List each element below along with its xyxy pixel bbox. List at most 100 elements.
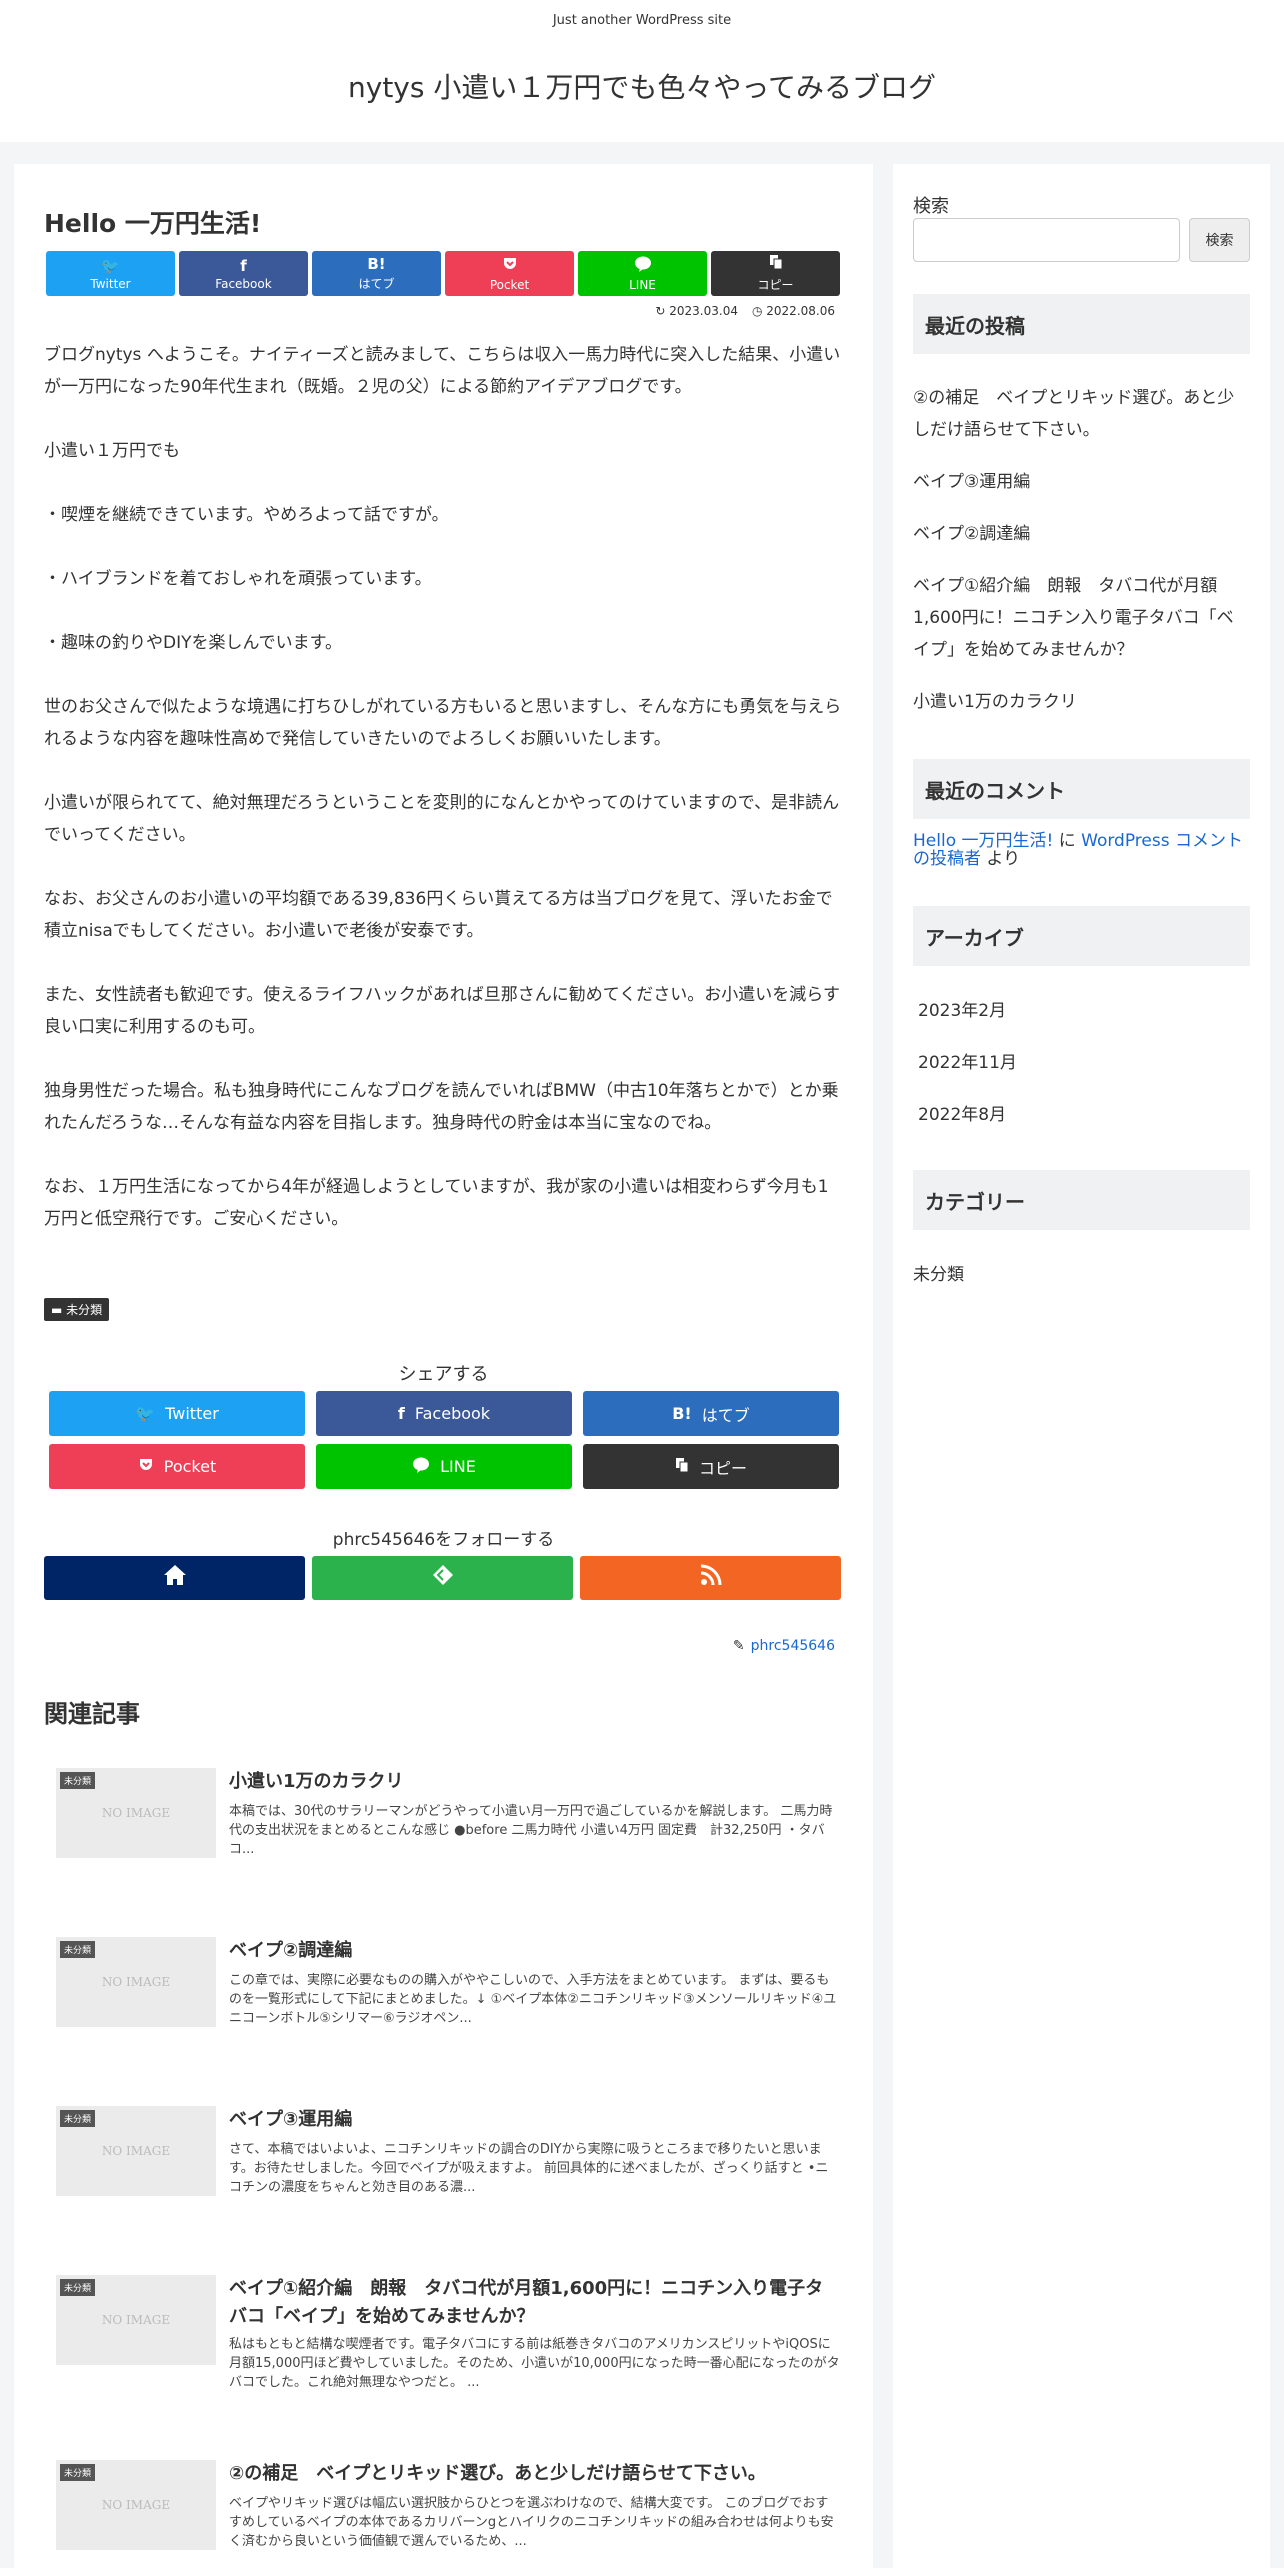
hatebu-icon: B!: [367, 255, 386, 273]
share-hatebu-label: はてブ: [358, 277, 395, 291]
author-name[interactable]: phrc545646: [751, 1638, 835, 1654]
line-icon: [412, 1457, 430, 1477]
related-category: 未分類: [60, 2110, 96, 2127]
entry-body: ブログnytys へようこそ。ナイティーズと読みまして、こちらは収入一馬力時代に…: [44, 339, 844, 1267]
related-thumbnail[interactable]: 未分類 NO IMAGE: [56, 1768, 216, 1858]
related-category: 未分類: [60, 1941, 96, 1958]
related-item[interactable]: 未分類 NO IMAGE ベイプ③運用編 さて、本稿ではいよいよ、ニコチンリキッ…: [56, 2106, 846, 2202]
entry-paragraph: 小遣い１万円でも: [44, 441, 180, 461]
related-thumbnail[interactable]: 未分類 NO IMAGE: [56, 2106, 216, 2196]
related-item-snippet: 私はもともと結構な喫煙者です。電子タバコにする前は紙巻きタバコのアメリカンスピリ…: [229, 2337, 840, 2390]
rss-icon: [700, 1564, 722, 1592]
pocket-icon: [502, 256, 518, 276]
related-item-title[interactable]: ベイプ③運用編: [229, 2106, 841, 2134]
related-item-title[interactable]: ②の補足 ベイプとリキッド選び。あと少しだけ語らせて下さい。: [229, 2460, 841, 2488]
copy-icon: [675, 1457, 689, 1477]
recent-post-link[interactable]: ベイプ①紹介編 朗報 タバコ代が月額1,600円に！ニコチン入り電子タバコ「ベイ…: [913, 570, 1250, 666]
archive-link[interactable]: 2022年8月: [918, 1100, 1255, 1125]
related-category: 未分類: [60, 2464, 96, 2481]
recent-post-link[interactable]: ベイプ②調達編: [913, 518, 1250, 550]
feedly-icon: [431, 1564, 455, 1592]
recent-post-link[interactable]: 小遣い1万のカラクリ: [913, 686, 1250, 718]
follow-home-button[interactable]: [44, 1556, 305, 1600]
related-item[interactable]: 未分類 NO IMAGE ②の補足 ベイプとリキッド選び。あと少しだけ語らせて下…: [56, 2460, 846, 2556]
entry-paragraph: ・ハイブランドを着ておしゃれを頑張っています。: [44, 569, 432, 589]
recent-post-link[interactable]: ②の補足 ベイプとリキッド選び。あと少しだけ語らせて下さい。: [913, 382, 1250, 446]
share-facebook-button-bottom[interactable]: f Facebook: [316, 1391, 572, 1436]
post-dates: ↻ 2023.03.04 ◷ 2022.08.06: [655, 304, 835, 318]
recent-post-link[interactable]: ベイプ③運用編: [913, 466, 1250, 498]
no-image-text: NO IMAGE: [101, 1975, 171, 1989]
no-image-text: NO IMAGE: [101, 2144, 171, 2158]
share-twitter-button-bottom[interactable]: 🐦 Twitter: [49, 1391, 305, 1436]
related-item-snippet: 本稿では、30代のサラリーマンがどうやって小遣い月一万円で過ごしているかを解説し…: [229, 1804, 833, 1857]
share-pocket-button[interactable]: Pocket: [445, 251, 574, 296]
related-item[interactable]: 未分類 NO IMAGE 小遣い1万のカラクリ 本稿では、30代のサラリーマンが…: [56, 1768, 846, 1864]
entry-paragraph: また、女性読者も歓迎です。使えるライフハックがあれば旦那さんに勧めてください。お…: [44, 985, 840, 1037]
share-copy-label: コピー: [757, 278, 794, 292]
copy-icon: [769, 254, 783, 274]
related-thumbnail[interactable]: 未分類 NO IMAGE: [56, 2275, 216, 2365]
share-buttons-top: 🐦 Twitter f Facebook B! はてブ Pocket LINE: [46, 251, 840, 296]
no-image-text: NO IMAGE: [101, 1806, 171, 1820]
related-item-snippet: さて、本稿ではいよいよ、ニコチンリキッドの調合のDIYから実際に吸うところまで移…: [229, 2142, 829, 2195]
search-label: 検索: [913, 196, 949, 217]
entry-paragraph: 世のお父さんで似たような境遇に打ちひしがれている方もいると思いますし、そんな方に…: [44, 697, 842, 749]
related-item[interactable]: 未分類 NO IMAGE ベイプ①紹介編 朗報 タバコ代が月額1,600円に！ニ…: [56, 2275, 846, 2390]
share-pocket-button-bottom[interactable]: Pocket: [49, 1444, 305, 1489]
no-image-text: NO IMAGE: [101, 2498, 171, 2512]
related-item[interactable]: 未分類 NO IMAGE ベイプ②調達編 この章では、実際に必要なものの購入がや…: [56, 1937, 846, 2033]
related-item-title[interactable]: ベイプ①紹介編 朗報 タバコ代が月額1,600円に！ニコチン入り電子タバコ「ベイ…: [229, 2275, 841, 2331]
share-hatebu-button[interactable]: B! はてブ: [312, 251, 441, 296]
entry-paragraph: 独身男性だった場合。私も独身時代にこんなブログを読んでいればBMW（中古10年落…: [44, 1081, 839, 1133]
site-title[interactable]: nytys 小遣い１万円でも色々やってみるブログ: [0, 66, 1284, 106]
share-buttons-bottom: 🐦 Twitter f Facebook B! はてブ Pocket LINE: [49, 1391, 839, 1489]
entry-paragraph: ブログnytys へようこそ。ナイティーズと読みまして、こちらは収入一馬力時代に…: [44, 345, 841, 397]
comment-ni: に: [1053, 831, 1082, 851]
related-title: 関連記事: [44, 1700, 140, 1728]
share-twitter-button[interactable]: 🐦 Twitter: [46, 251, 175, 296]
hatebu-icon: B!: [672, 1404, 692, 1423]
entry-title: Hello 一万円生活!: [44, 209, 262, 238]
share-line-button-bottom[interactable]: LINE: [316, 1444, 572, 1489]
share-hatebu-button-bottom[interactable]: B! はてブ: [583, 1391, 839, 1436]
related-thumbnail[interactable]: 未分類 NO IMAGE: [56, 2460, 216, 2550]
entry-paragraph: ・趣味の釣りやDIYを楽しんでいます。: [44, 633, 342, 653]
published-date: ◷ 2022.08.06: [751, 304, 835, 318]
archive-link[interactable]: 2023年2月: [918, 996, 1255, 1021]
recent-posts-heading: 最近の投稿: [913, 294, 1250, 354]
sidebar: 検索 検索 最近の投稿 ②の補足 ベイプとリキッド選び。あと少しだけ語らせて下さ…: [893, 164, 1270, 2568]
clock-icon: ◷: [751, 304, 763, 318]
related-item-snippet: この章では、実際に必要なものの購入がややこしいので、入手方法をまとめています。 …: [229, 1973, 837, 2026]
follow-feedly-button[interactable]: [312, 1556, 573, 1600]
archive-link[interactable]: 2022年11月: [918, 1048, 1255, 1073]
search-button[interactable]: 検索: [1189, 218, 1250, 262]
follow-title: phrc545646をフォローする: [332, 1530, 555, 1550]
folder-icon: ▬: [51, 1303, 63, 1317]
share-copy-button-bottom[interactable]: コピー: [583, 1444, 839, 1489]
share-pocket-label: Pocket: [489, 277, 530, 292]
author-link[interactable]: ✎ phrc545646: [733, 1638, 835, 1654]
related-item-title[interactable]: ベイプ②調達編: [229, 1937, 841, 1965]
related-category: 未分類: [60, 2279, 96, 2296]
facebook-icon: f: [397, 1404, 405, 1423]
category-tag[interactable]: ▬ 未分類: [44, 1298, 110, 1321]
share-line-button[interactable]: LINE: [578, 251, 707, 296]
category-link[interactable]: 未分類: [913, 1260, 1250, 1285]
site-tagline: Just another WordPress site: [552, 13, 732, 28]
refresh-icon: ↻: [655, 304, 666, 318]
entry-paragraph: なお、１万円生活になってから4年が経過しようとしていますが、我が家の小遣いは相変…: [44, 1177, 829, 1229]
entry-paragraph: ・喫煙を継続できています。やめろよって話ですが。: [44, 505, 449, 525]
search-input[interactable]: [913, 218, 1180, 262]
related-item-title[interactable]: 小遣い1万のカラクリ: [229, 1768, 841, 1796]
updated-date: ↻ 2023.03.04: [655, 304, 738, 318]
no-image-text: NO IMAGE: [101, 2313, 171, 2327]
share-title: シェアする: [398, 1364, 489, 1385]
main-content: Hello 一万円生活! 🐦 Twitter f Facebook B! はてブ…: [14, 164, 873, 2568]
recent-posts-list: ②の補足 ベイプとリキッド選び。あと少しだけ語らせて下さい。 ベイプ③運用編 ベ…: [913, 382, 1250, 738]
share-copy-button[interactable]: コピー: [711, 251, 840, 296]
follow-rss-button[interactable]: [580, 1556, 841, 1600]
comment-post-link[interactable]: Hello 一万円生活!: [913, 831, 1053, 851]
share-facebook-button[interactable]: f Facebook: [179, 251, 308, 296]
related-thumbnail[interactable]: 未分類 NO IMAGE: [56, 1937, 216, 2027]
